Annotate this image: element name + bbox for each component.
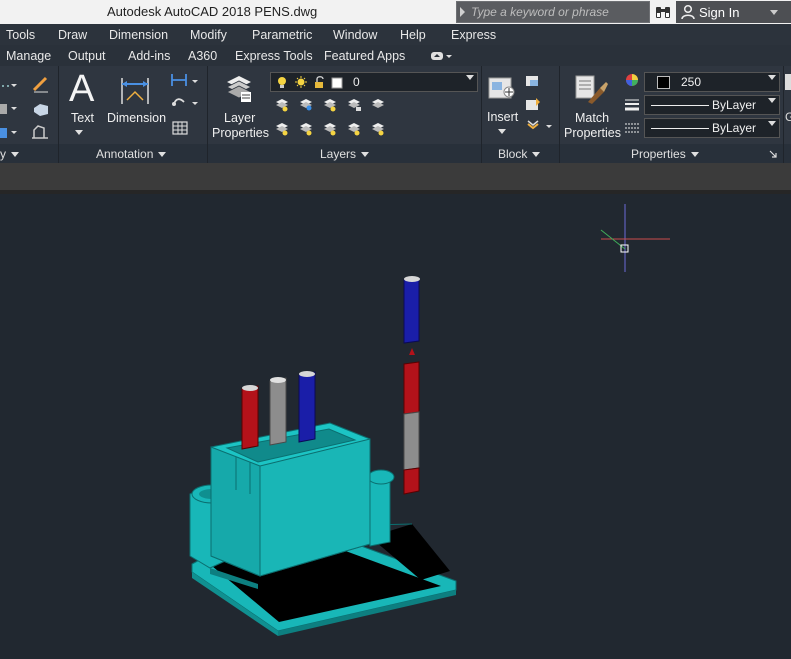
layer-properties-label-1: Layer: [224, 111, 256, 125]
right-panel-partial[interactable]: G: [785, 110, 791, 124]
chevron-down-icon[interactable]: [361, 152, 370, 157]
chevron-down-icon[interactable]: [11, 152, 19, 157]
layer-state-icons: [278, 76, 343, 89]
property-icons: [625, 74, 639, 133]
color-value: 250: [681, 75, 702, 89]
chevron-down-icon[interactable]: [498, 129, 506, 134]
crosshair-cursor: [600, 204, 670, 272]
annotation-tools-icon[interactable]: [170, 72, 204, 138]
chevron-down-icon[interactable]: [770, 10, 778, 15]
tab-output[interactable]: Output: [68, 49, 106, 63]
current-layer-name: 0: [353, 75, 360, 89]
menu-draw[interactable]: Draw: [58, 28, 87, 42]
search-expand-icon[interactable]: [460, 7, 465, 17]
menu-modify[interactable]: Modify: [190, 28, 227, 42]
ribbon-tab-bar: Manage Output Add-ins A360 Express Tools…: [0, 45, 791, 67]
menu-window[interactable]: Window: [333, 28, 377, 42]
title-bar: Autodesk AutoCAD 2018 PENS.dwg Sign In: [0, 0, 791, 24]
search-input[interactable]: [471, 4, 647, 20]
linetype-preview: [651, 105, 709, 106]
lineweight-dropdown[interactable]: ByLayer: [644, 118, 780, 138]
menu-bar: Tools Draw Dimension Modify Parametric W…: [0, 24, 791, 46]
insert-block-icon: [488, 77, 515, 99]
panel-title-properties[interactable]: Properties: [631, 147, 699, 161]
panel-title-block[interactable]: Block: [498, 147, 541, 161]
chevron-down-icon[interactable]: [532, 152, 541, 157]
file-tab-strip: [0, 163, 791, 191]
dimension-button[interactable]: Dimension: [104, 70, 166, 140]
standalone-pen: [403, 276, 420, 495]
lineweight-value: ByLayer: [712, 121, 757, 135]
layer-tools-icons[interactable]: [272, 96, 392, 142]
menu-parametric[interactable]: Parametric: [252, 28, 312, 42]
chevron-down-icon[interactable]: [768, 75, 776, 80]
menu-tools[interactable]: Tools: [6, 28, 35, 42]
tab-featured-apps[interactable]: Featured Apps: [324, 49, 405, 63]
lineweight-preview: [651, 128, 709, 129]
app-title: Autodesk AutoCAD 2018 PENS.dwg: [107, 4, 318, 19]
tab-a360[interactable]: A360: [188, 49, 217, 63]
panel-title-draw[interactable]: y: [0, 147, 19, 161]
user-icon: [681, 4, 695, 20]
ribbon-minimize-icon[interactable]: [430, 51, 452, 61]
layer-properties-button[interactable]: Layer Properties: [210, 70, 269, 140]
panel-title-layers[interactable]: Layers: [320, 147, 370, 161]
match-properties-label-2: Properties: [564, 126, 621, 140]
linetype-dropdown[interactable]: ByLayer: [644, 95, 780, 115]
search-box[interactable]: [456, 1, 650, 23]
pens-in-holder: [241, 371, 316, 450]
tab-manage[interactable]: Manage: [6, 49, 51, 63]
text-icon: A: [69, 68, 95, 110]
draw-tools-icon[interactable]: [0, 72, 58, 144]
layer-dropdown[interactable]: 0: [270, 72, 478, 92]
insert-label: Insert: [487, 110, 519, 124]
menu-dimension[interactable]: Dimension: [109, 28, 168, 42]
sign-in-button[interactable]: Sign In: [676, 1, 791, 23]
block-tools-icons[interactable]: [524, 72, 556, 138]
sign-in-label: Sign In: [699, 5, 740, 20]
chevron-down-icon[interactable]: [466, 75, 474, 80]
ribbon: y A Text Dimension Annotation Layer Prop…: [0, 66, 791, 163]
chevron-down-icon[interactable]: [690, 152, 699, 157]
tab-add-ins[interactable]: Add-ins: [128, 49, 170, 63]
chevron-down-icon[interactable]: [158, 152, 167, 157]
chevron-down-icon[interactable]: [75, 130, 83, 135]
match-properties-label-1: Match: [575, 111, 610, 125]
drawing-canvas[interactable]: [0, 194, 791, 659]
panel-title-annotation[interactable]: Annotation: [96, 147, 167, 161]
menu-express[interactable]: Express: [451, 28, 496, 42]
chevron-down-icon[interactable]: [768, 98, 776, 103]
model-view: [189, 204, 670, 636]
insert-button[interactable]: Insert: [484, 70, 520, 140]
panel-launcher-icon[interactable]: [769, 150, 777, 158]
match-properties-icon: [575, 75, 608, 104]
chevron-down-icon[interactable]: [768, 121, 776, 126]
layer-properties-label-2: Properties: [212, 126, 269, 140]
text-button[interactable]: A Text: [64, 68, 102, 140]
dimension-label: Dimension: [107, 111, 167, 125]
linetype-value: ByLayer: [712, 98, 757, 112]
dimension-icon: [121, 78, 149, 104]
tab-express-tools[interactable]: Express Tools: [235, 49, 313, 63]
layer-properties-icon: [226, 76, 252, 102]
color-swatch: [657, 76, 670, 89]
color-dropdown[interactable]: 250: [644, 72, 780, 92]
match-properties-button[interactable]: Match Properties: [562, 70, 622, 140]
text-label: Text: [71, 111, 94, 125]
right-panel-icon[interactable]: [785, 74, 791, 90]
menu-help[interactable]: Help: [400, 28, 426, 42]
binoculars-icon[interactable]: [654, 4, 672, 20]
